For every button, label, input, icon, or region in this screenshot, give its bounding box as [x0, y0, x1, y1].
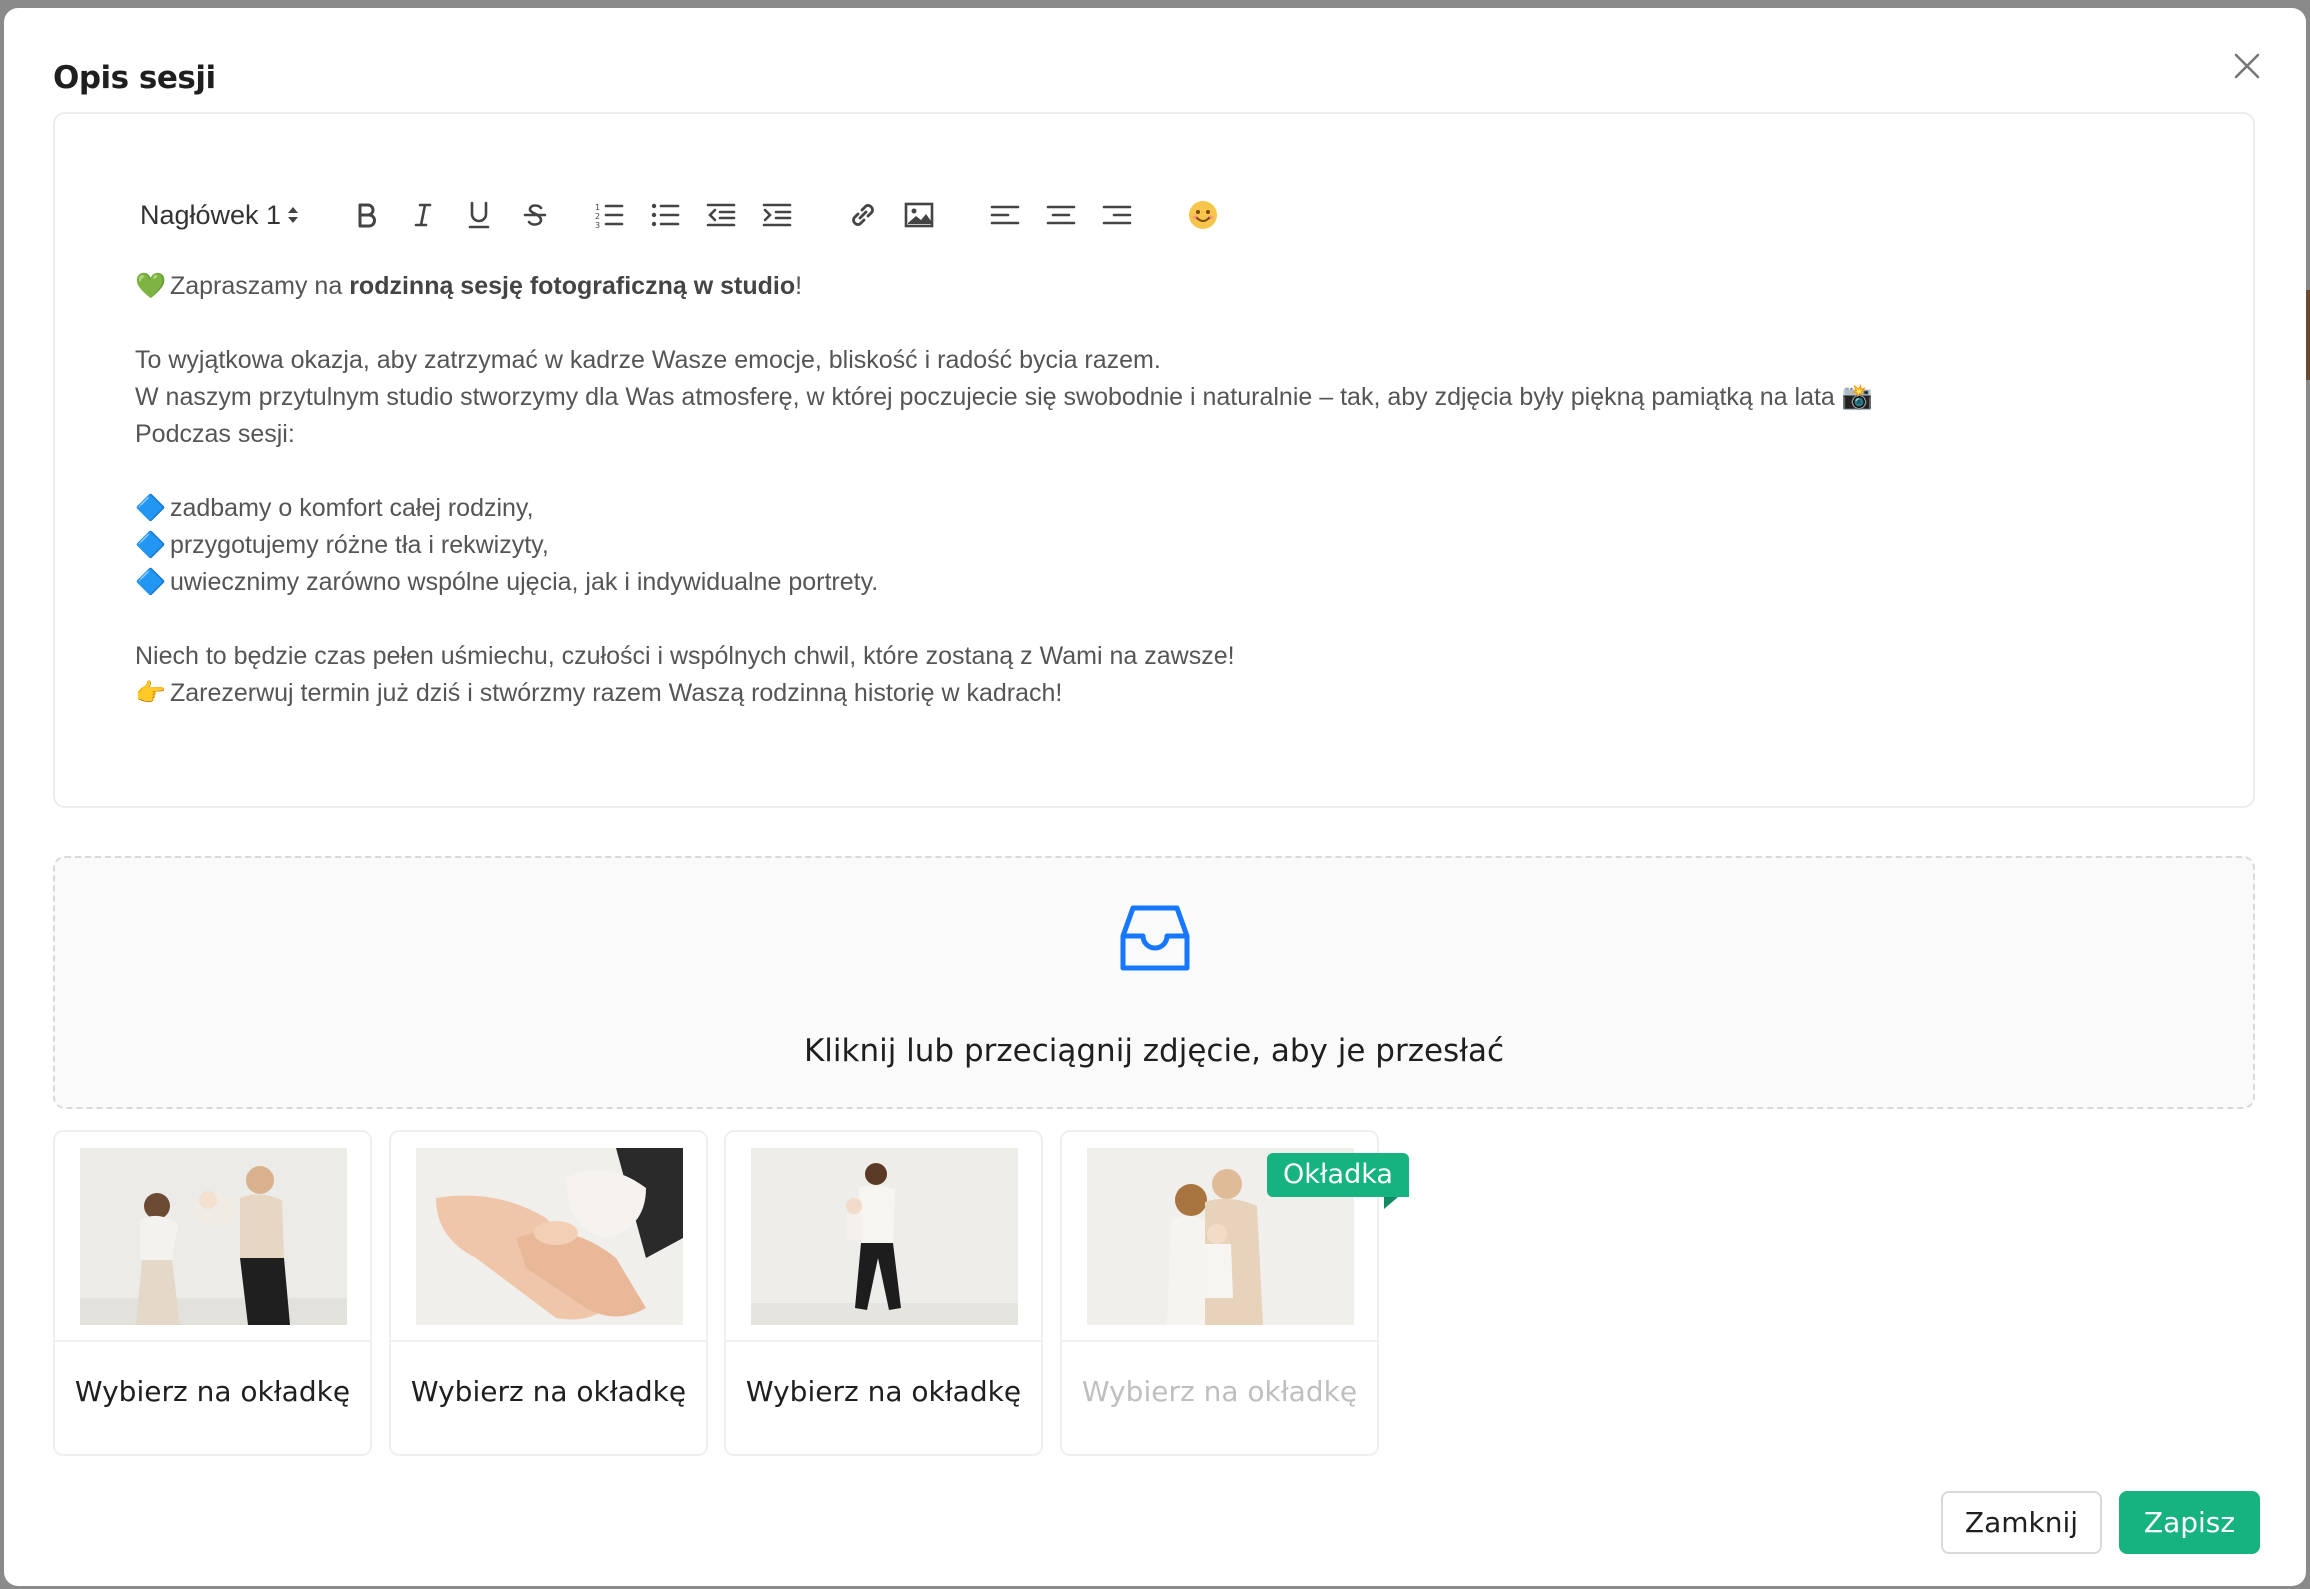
choose-cover-button[interactable]: Wybierz na okładkę [55, 1362, 370, 1422]
bullet-text: zadbamy o komfort całej rodziny, [169, 494, 534, 522]
bullet-text: przygotujemy różne tła i rekwizyty, [169, 531, 549, 559]
indent-icon[interactable] [749, 187, 805, 243]
svg-text:3: 3 [595, 221, 600, 229]
choose-cover-button: Wybierz na okładkę [1081, 1375, 1358, 1408]
session-photo [416, 1148, 683, 1325]
image-icon[interactable] [891, 187, 947, 243]
text-line: Niech to będzie czas pełen uśmiechu, czu… [135, 642, 1235, 670]
photo-upload-dropzone[interactable]: Kliknij lub przeciągnij zdjęcie, aby je … [53, 856, 2255, 1109]
ordered-list-icon[interactable]: 123 [581, 187, 637, 243]
pointing-hand-emoji: 👉 [135, 679, 167, 707]
card-divider [1062, 1340, 1377, 1342]
align-right-icon[interactable] [1089, 187, 1145, 243]
photo-card: Wybierz na okładkę [53, 1130, 372, 1456]
text-line: Podczas sesji: [135, 420, 295, 448]
text-fragment: W naszym przytulnym studio stworzymy dla… [135, 383, 1835, 411]
close-icon[interactable] [2229, 48, 2265, 84]
card-divider [391, 1340, 706, 1342]
empty-line [135, 305, 2215, 342]
close-button[interactable]: Zamknij [1941, 1491, 2102, 1554]
strikethrough-icon[interactable] [507, 187, 563, 243]
italic-icon[interactable] [395, 187, 451, 243]
bullet-line: 🔷 zadbamy o komfort całej rodziny, [135, 490, 2215, 527]
bold-icon[interactable] [339, 187, 395, 243]
choose-cover-button[interactable]: Wybierz na okładkę [391, 1362, 706, 1422]
blue-diamond-emoji: 🔷 [135, 494, 167, 522]
text-fragment: Zarezerwuj termin już dziś i stwórzmy ra… [169, 679, 1063, 707]
blue-diamond-emoji: 🔷 [135, 531, 167, 559]
underline-icon[interactable] [451, 187, 507, 243]
heading-select-value: Nagłówek 1 [140, 199, 282, 230]
align-center-icon[interactable] [1033, 187, 1089, 243]
text-line: To wyjątkowa okazja, aby zatrzymać w kad… [135, 346, 1161, 374]
bullet-text: uwiecznimy zarówno wspólne ujęcia, jak i… [169, 568, 879, 596]
text-fragment: ! [795, 272, 803, 300]
editor-content[interactable]: 💚 Zapraszamy na rodzinną sesję fotografi… [135, 268, 2215, 712]
editor-toolbar: Nagłówek 1 1 2 3 [137, 179, 1231, 251]
text-line: 👉 Zarezerwuj termin już dziś i stwórzmy … [135, 675, 2215, 712]
link-icon[interactable] [835, 187, 891, 243]
choose-cover-button[interactable]: Wybierz na okładkę [726, 1362, 1041, 1422]
inbox-icon [1119, 902, 1191, 979]
text-line: W naszym przytulnym studio stworzymy dla… [135, 379, 2215, 416]
text-fragment: Zapraszamy na [169, 272, 350, 300]
modal-title: Opis sesji [53, 60, 216, 96]
green-heart-emoji: 💚 [135, 272, 167, 300]
outdent-icon[interactable] [693, 187, 749, 243]
bullet-line: 🔷 uwiecznimy zarówno wspólne ujęcia, jak… [135, 564, 2215, 601]
photo-card: Wybierz na okładkę [724, 1130, 1043, 1456]
session-photo [80, 1148, 347, 1325]
empty-line [135, 453, 2215, 490]
card-divider [55, 1340, 370, 1342]
heading-select[interactable]: Nagłówek 1 [140, 200, 299, 231]
session-photo [751, 1148, 1018, 1325]
save-button[interactable]: Zapisz [2119, 1491, 2260, 1554]
emoji-icon[interactable] [1175, 187, 1231, 243]
svg-text:2: 2 [595, 212, 600, 221]
empty-line [135, 601, 2215, 638]
photo-card: Wybierz na okładkę [389, 1130, 708, 1456]
card-divider [726, 1340, 1041, 1342]
text-line: 💚 Zapraszamy na rodzinną sesję fotografi… [135, 268, 2215, 305]
bold-text: rodzinną sesję fotograficzną w studio [349, 272, 796, 300]
session-description-modal: Opis sesji Nagłówek 1 1 2 3 💚 Zapraszamy… [4, 8, 2306, 1586]
bullet-list-icon[interactable] [637, 187, 693, 243]
cover-badge-tail [1384, 1197, 1398, 1209]
svg-text:1: 1 [595, 203, 600, 212]
blue-diamond-emoji: 🔷 [135, 568, 167, 596]
select-arrows-icon [287, 205, 299, 225]
bullet-line: 🔷 przygotujemy różne tła i rekwizyty, [135, 527, 2215, 564]
upload-hint-text: Kliknij lub przeciągnij zdjęcie, aby je … [803, 1033, 1505, 1069]
camera-emoji: 📸 [1841, 383, 1873, 411]
rich-text-editor[interactable]: Nagłówek 1 1 2 3 💚 Zapraszamy na rodzinn… [53, 112, 2255, 808]
align-left-icon[interactable] [977, 187, 1033, 243]
cover-badge: Okładka [1267, 1153, 1409, 1197]
